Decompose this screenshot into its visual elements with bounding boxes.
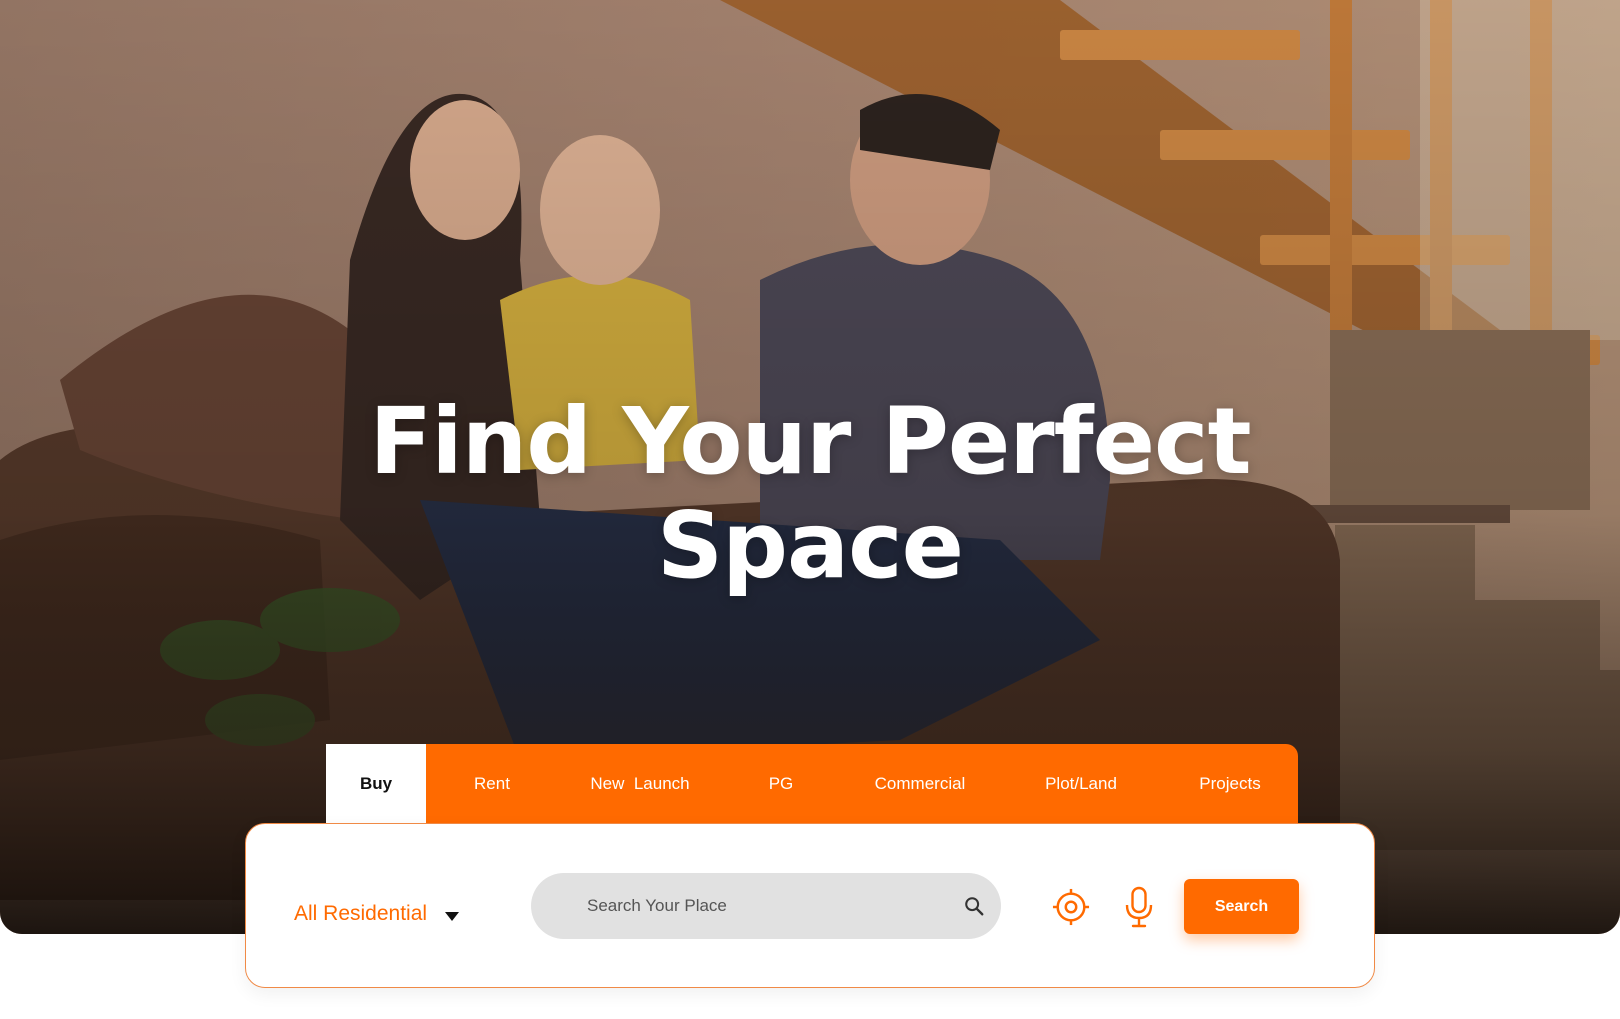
tab-commercial[interactable]: Commercial	[840, 744, 1000, 824]
tab-new-launch[interactable]: New Launch	[558, 744, 722, 824]
search-button[interactable]: Search	[1184, 879, 1299, 934]
page: Find Your Perfect Space Buy Rent New Lau…	[0, 0, 1620, 1019]
search-icon[interactable]	[963, 895, 985, 917]
hero-title: Find Your Perfect Space	[0, 390, 1620, 598]
tab-plot-land[interactable]: Plot/Land	[1000, 744, 1162, 824]
tab-pg[interactable]: PG	[722, 744, 840, 824]
search-field	[531, 873, 1001, 939]
listing-type-tabs: Buy Rent New Launch PG Commercial Plot/L…	[326, 744, 1298, 824]
chevron-down-icon	[445, 911, 460, 921]
property-type-value: All Residential	[294, 902, 428, 925]
hero-title-line-2: Space	[656, 492, 964, 599]
search-card: All Residential Search	[245, 823, 1375, 988]
microphone-icon[interactable]	[1124, 886, 1154, 928]
search-input[interactable]	[587, 873, 947, 939]
locate-icon[interactable]	[1052, 888, 1090, 926]
hero-title-line-1: Find Your Perfect	[369, 388, 1251, 495]
tab-buy[interactable]: Buy	[326, 744, 426, 824]
tab-projects[interactable]: Projects	[1162, 744, 1298, 824]
tab-rent[interactable]: Rent	[426, 744, 558, 824]
property-type-dropdown[interactable]: All Residential	[294, 902, 460, 926]
